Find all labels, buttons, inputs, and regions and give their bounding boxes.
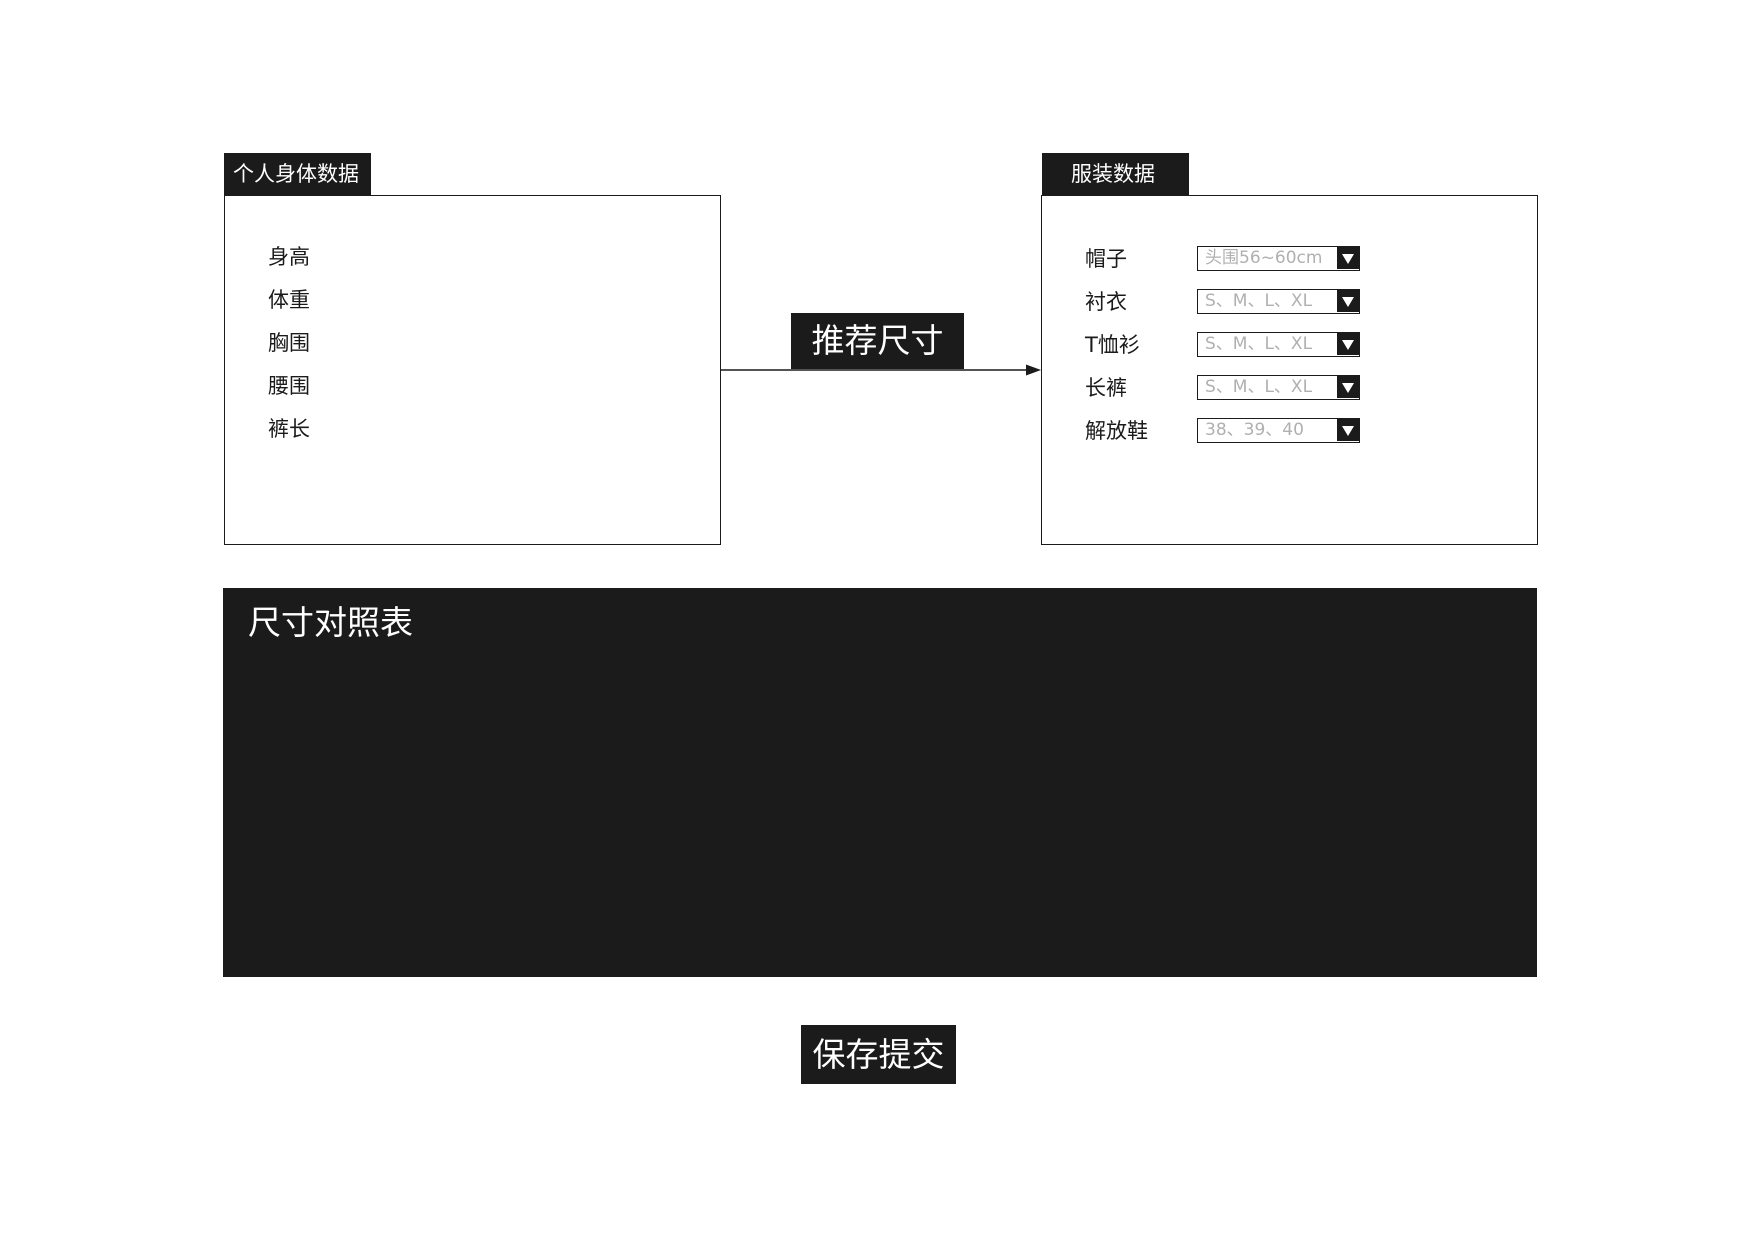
triangle-down-icon [1342,254,1354,264]
shirt-size-placeholder: S、M、L、XL [1205,291,1313,311]
triangle-down-icon [1342,426,1354,436]
dropdown-button[interactable] [1337,419,1359,441]
field-label-trouser-length: 裤长 [268,417,310,441]
triangle-down-icon [1342,383,1354,393]
clothing-data-title: 服装数据 [1071,162,1155,186]
shoes-size-select[interactable]: 38、39、40 [1197,418,1360,443]
hat-size-placeholder: 头围56~60cm [1205,248,1323,268]
shirt-size-select[interactable]: S、M、L、XL [1197,289,1360,314]
trousers-size-placeholder: S、M、L、XL [1205,377,1313,397]
field-label-shirt: 衬衣 [1085,290,1127,314]
shoes-size-placeholder: 38、39、40 [1205,420,1304,440]
field-label-waist: 腰围 [268,374,310,398]
clothing-data-panel: 帽子 头围56~60cm 衬衣 S、M、L、XL T恤衫 S、M、L、XL 长裤… [1041,195,1538,545]
dropdown-button[interactable] [1337,290,1359,312]
field-label-height: 身高 [268,245,310,269]
body-data-panel: 身高 体重 胸围 腰围 裤长 [224,195,721,545]
save-submit-button[interactable]: 保存提交 [801,1025,956,1084]
tshirt-size-placeholder: S、M、L、XL [1205,334,1313,354]
triangle-down-icon [1342,297,1354,307]
dropdown-button[interactable] [1337,247,1359,269]
field-label-chest: 胸围 [268,331,310,355]
dropdown-button[interactable] [1337,333,1359,355]
field-label-hat: 帽子 [1085,247,1127,271]
size-chart-table: 尺寸对照表 [223,588,1537,977]
tshirt-size-select[interactable]: S、M、L、XL [1197,332,1360,357]
body-data-tab: 个人身体数据 [224,153,371,195]
trousers-size-select[interactable]: S、M、L、XL [1197,375,1360,400]
field-label-trousers: 长裤 [1085,376,1127,400]
recommend-size-label: 推荐尺寸 [811,321,944,360]
recommend-size-button[interactable]: 推荐尺寸 [791,313,964,369]
size-chart-title: 尺寸对照表 [248,603,413,642]
hat-size-select[interactable]: 头围56~60cm [1197,246,1360,271]
field-label-shoes: 解放鞋 [1085,419,1148,443]
body-data-title: 个人身体数据 [233,162,359,186]
field-label-tshirt: T恤衫 [1085,333,1140,357]
save-submit-label: 保存提交 [812,1035,945,1074]
field-label-weight: 体重 [268,288,310,312]
clothing-data-tab: 服装数据 [1042,153,1189,195]
triangle-down-icon [1342,340,1354,350]
dropdown-button[interactable] [1337,376,1359,398]
